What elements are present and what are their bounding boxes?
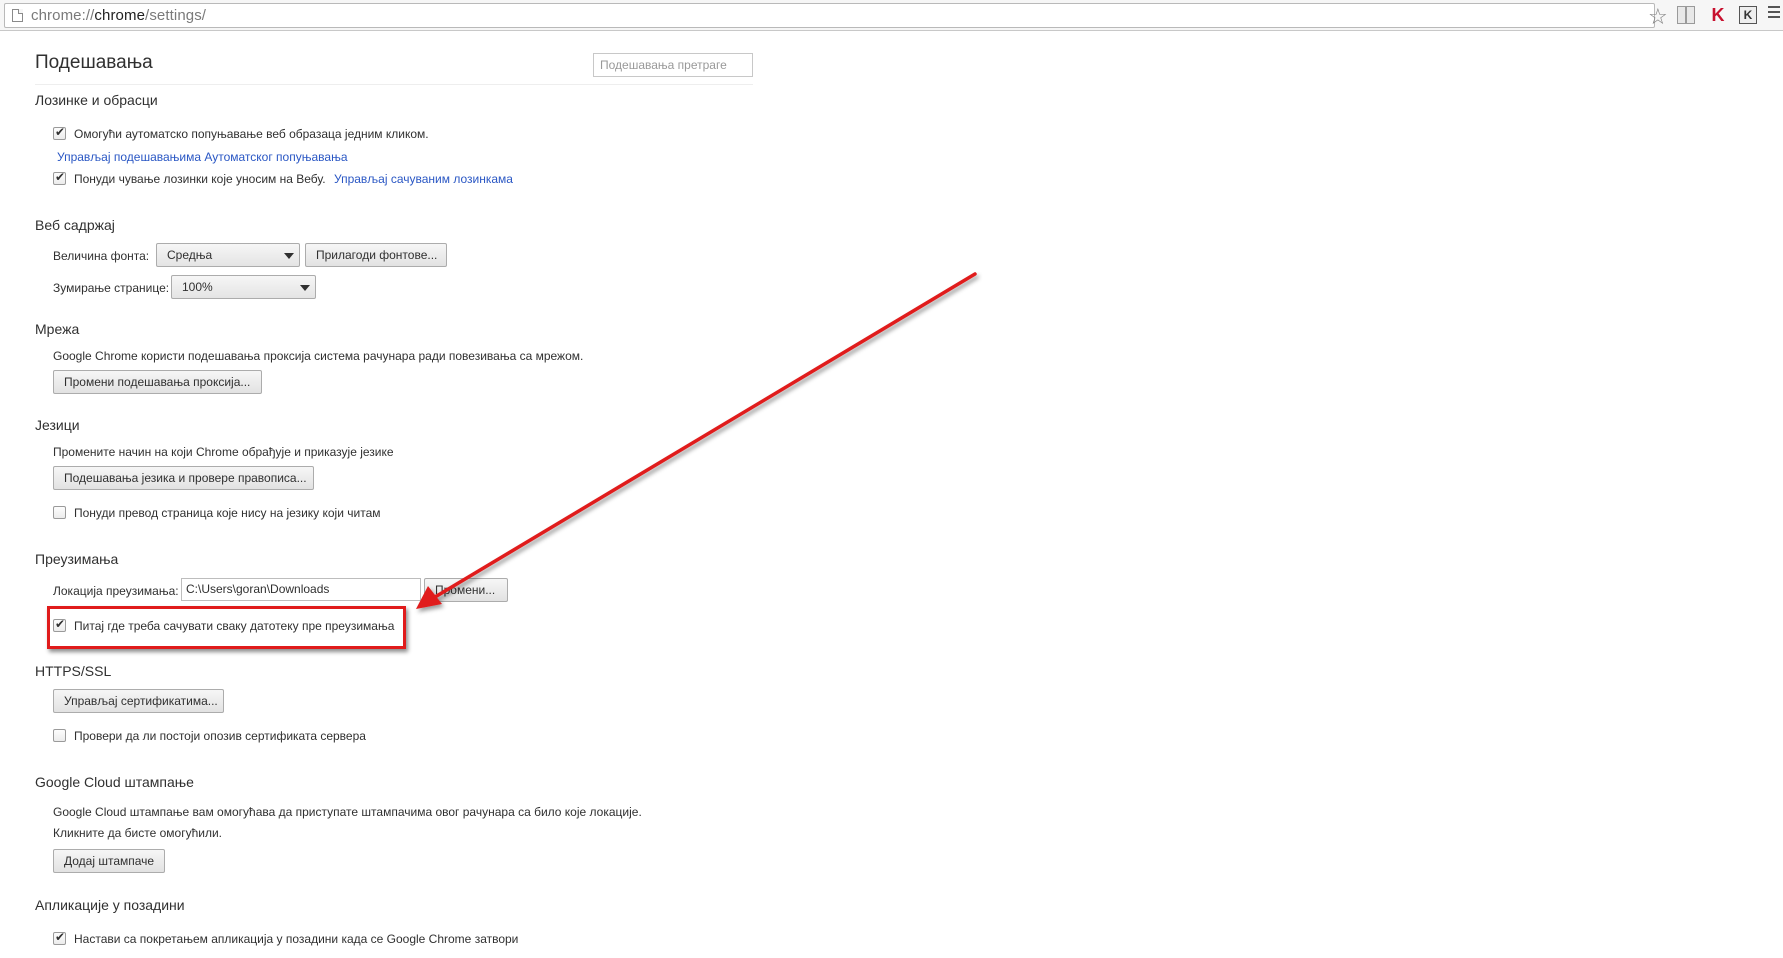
- autofill-settings-link[interactable]: Управљај подешавањима Аутоматског попуња…: [57, 150, 348, 164]
- save-passwords-checkbox[interactable]: [53, 170, 66, 185]
- page-zoom-value: 100%: [182, 280, 213, 294]
- translate-label: Понуди превод страница које нису на јези…: [74, 506, 381, 520]
- annotation-highlight-box: [47, 606, 406, 649]
- network-description: Google Chrome користи подешавања проксиј…: [53, 349, 584, 363]
- background-apps-checkbox[interactable]: [53, 930, 66, 945]
- customize-fonts-button[interactable]: Прилагоди фонтове...: [305, 243, 447, 267]
- reader-icon[interactable]: [1677, 6, 1695, 24]
- section-title-cloud-print: Google Cloud штампање: [35, 774, 194, 790]
- save-passwords-label: Понуди чување лозинки које уносим на Веб…: [74, 172, 326, 186]
- page-zoom-label: Зумирање странице:: [53, 281, 170, 295]
- address-bar[interactable]: chrome://chrome/settings/ ☆: [4, 3, 1668, 29]
- browser-toolbar: chrome://chrome/settings/ ☆ K K: [0, 0, 1783, 31]
- cloud-print-description: Google Cloud штампање вам омогућава да п…: [53, 805, 642, 819]
- manage-certificates-button[interactable]: Управљај сертификатима...: [53, 689, 224, 713]
- section-title-web-content: Веб садржај: [35, 217, 115, 233]
- translate-checkbox[interactable]: [53, 506, 66, 519]
- change-proxy-button[interactable]: Промени подешавања проксија...: [53, 370, 262, 394]
- languages-description: Промените начин на који Chrome обрађује …: [53, 445, 394, 459]
- settings-search-input[interactable]: [593, 53, 753, 77]
- section-title-downloads: Преузимања: [35, 551, 119, 567]
- saved-passwords-link[interactable]: Управљај сачуваним лозинкама: [334, 172, 513, 186]
- page-zoom-select[interactable]: 100%: [171, 275, 316, 299]
- chevron-down-icon: [300, 285, 310, 291]
- kaspersky-icon[interactable]: K: [1709, 6, 1727, 24]
- annotation-arrow-shaft: [428, 272, 977, 602]
- background-apps-label: Настави са покретањем апликација у позад…: [74, 932, 519, 946]
- page-icon: [12, 9, 23, 22]
- url-text[interactable]: chrome://chrome/settings/: [31, 7, 206, 24]
- download-location-label: Локација преузимања:: [53, 584, 179, 598]
- chevron-down-icon: [284, 253, 294, 259]
- download-location-field[interactable]: C:\Users\goran\Downloads: [181, 578, 421, 601]
- change-download-location-button[interactable]: Промени...: [424, 578, 508, 602]
- autofill-label: Омогући аутоматско попуњавање веб образа…: [74, 127, 429, 141]
- cloud-print-hint: Кликните да бисте омогућили.: [53, 826, 222, 840]
- add-printers-button[interactable]: Додај штампаче: [53, 849, 165, 873]
- section-title-network: Мрежа: [35, 321, 80, 337]
- revocation-checkbox[interactable]: [53, 729, 66, 742]
- star-icon[interactable]: ☆: [1648, 5, 1668, 29]
- autofill-checkbox[interactable]: [53, 125, 66, 140]
- page-title: Подешавања: [35, 52, 153, 73]
- section-title-https: HTTPS/SSL: [35, 663, 112, 679]
- language-settings-button[interactable]: Подешавања језика и провере правописа...: [53, 466, 314, 490]
- menu-icon[interactable]: [1768, 6, 1780, 24]
- section-title-passwords: Лозинке и обрасци: [35, 92, 158, 108]
- title-divider: [35, 84, 753, 85]
- revocation-label: Провери да ли постоји опозив сертификата…: [74, 729, 366, 743]
- section-title-languages: Језици: [35, 417, 80, 433]
- font-size-select[interactable]: Средња: [156, 243, 300, 267]
- font-size-label: Величина фонта:: [53, 249, 150, 263]
- section-title-background-apps: Апликације у позадини: [35, 897, 185, 913]
- k-extension-icon[interactable]: K: [1739, 6, 1757, 24]
- font-size-value: Средња: [167, 248, 213, 262]
